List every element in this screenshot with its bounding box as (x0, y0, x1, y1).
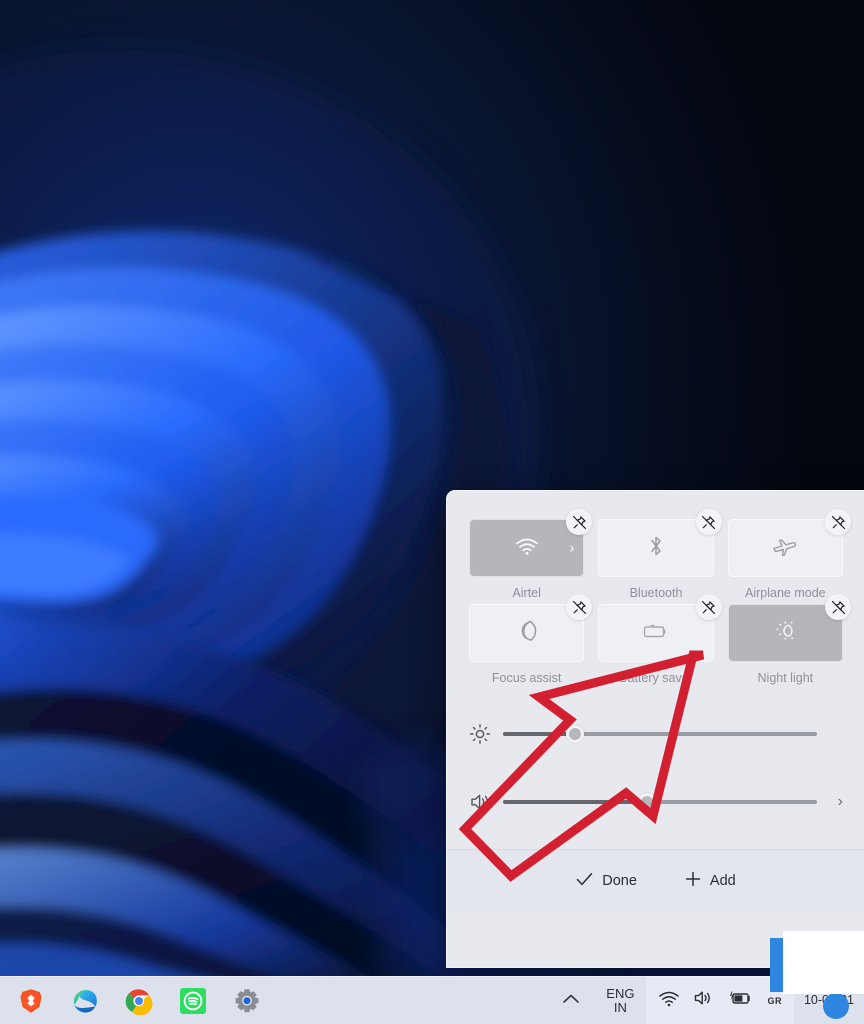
spotify-icon (180, 987, 206, 1014)
google-chrome-icon (125, 988, 153, 1015)
done-button[interactable]: Done (567, 867, 646, 896)
unpin-icon[interactable] (566, 509, 593, 535)
taskbar-overlay-blue-circle (823, 993, 849, 1019)
unpin-icon[interactable] (695, 509, 722, 535)
taskbar-app-list (0, 986, 262, 1016)
quick-settings-footer: Done Add (447, 850, 864, 912)
battery-icon (642, 622, 670, 645)
settings-gear-icon (235, 988, 259, 1012)
unpin-icon[interactable] (566, 594, 593, 620)
taskbar-icon-brave[interactable] (16, 986, 46, 1016)
quick-tile-label-airtel: Airtel (512, 586, 541, 600)
plus-icon (685, 871, 701, 891)
taskbar-icon-microsoft-edge[interactable] (70, 986, 100, 1016)
tray-volume-icon[interactable] (693, 989, 715, 1012)
taskbar-icon-spotify[interactable] (178, 986, 208, 1016)
tray-language-line1: ENG (606, 985, 635, 1001)
check-icon (576, 872, 593, 891)
quick-tile-label-focus-assist: Focus assist (491, 671, 562, 685)
volume-slider-track[interactable] (503, 793, 817, 811)
quick-settings-sliders: › (447, 685, 864, 825)
airplane-icon (772, 535, 798, 562)
quick-settings-tiles-grid: › Airtel Bluetooth Airplane mode Focus a… (447, 491, 864, 685)
tray-language-indicator[interactable]: ENG IN (594, 987, 646, 1014)
brightness-icon (469, 723, 503, 745)
moon-icon (516, 619, 538, 648)
quick-tile-label-airplane-mode: Airplane mode (745, 586, 826, 600)
wifi-icon (514, 536, 540, 561)
quick-tile-night-light[interactable]: Night light (727, 594, 851, 685)
unpin-icon[interactable] (695, 594, 722, 620)
white-overlay-box (783, 931, 864, 994)
add-button[interactable]: Add (676, 866, 745, 896)
unpin-icon[interactable] (825, 509, 851, 535)
volume-chevron-right-icon[interactable]: › (817, 793, 843, 811)
brightness-slider-row[interactable] (469, 711, 843, 757)
add-button-label: Add (709, 873, 736, 889)
taskbar-icon-settings[interactable] (232, 986, 262, 1016)
quick-tile-label-bluetooth: Bluetooth (629, 586, 683, 600)
quick-tile-focus-assist[interactable]: Focus assist (469, 594, 593, 685)
microsoft-edge-icon (73, 989, 97, 1013)
volume-slider-thumb[interactable] (638, 793, 657, 811)
brightness-slider-track[interactable] (503, 725, 817, 743)
quick-tile-airplane-mode[interactable]: Airplane mode (727, 509, 851, 600)
quick-tile-label-battery-saver: Battery saver (619, 671, 693, 685)
taskbar-icon-google-chrome[interactable] (124, 986, 154, 1016)
tray-language-line2: IN (613, 999, 627, 1015)
brightness-track-fill (503, 732, 576, 736)
unpin-icon[interactable] (825, 594, 851, 620)
volume-slider-row[interactable]: › (469, 779, 843, 825)
tray-wifi-icon[interactable] (658, 990, 680, 1012)
brightness-slider-thumb[interactable] (566, 725, 585, 743)
tray-chevron-up-icon[interactable] (548, 992, 594, 1009)
brave-browser-icon (20, 988, 42, 1013)
volume-track-fill (503, 800, 648, 804)
quick-tile-airtel[interactable]: › Airtel (469, 509, 593, 600)
tray-app-badge[interactable]: GR (767, 996, 782, 1006)
tray-battery-charging-icon[interactable] (728, 990, 754, 1012)
quick-settings-panel[interactable]: › Airtel Bluetooth Airplane mode Focus a… (446, 490, 864, 968)
quick-tile-label-night-light: Night light (757, 671, 814, 685)
night-light-icon (772, 618, 798, 649)
volume-icon (469, 791, 503, 813)
chevron-right-icon[interactable]: › (569, 540, 574, 557)
done-button-label: Done (602, 873, 637, 889)
quick-tile-battery-saver[interactable]: Battery saver (598, 594, 722, 685)
taskbar[interactable]: ENG IN GR (0, 976, 864, 1024)
bluetooth-icon (647, 534, 665, 563)
quick-tile-bluetooth[interactable]: Bluetooth (598, 509, 722, 600)
